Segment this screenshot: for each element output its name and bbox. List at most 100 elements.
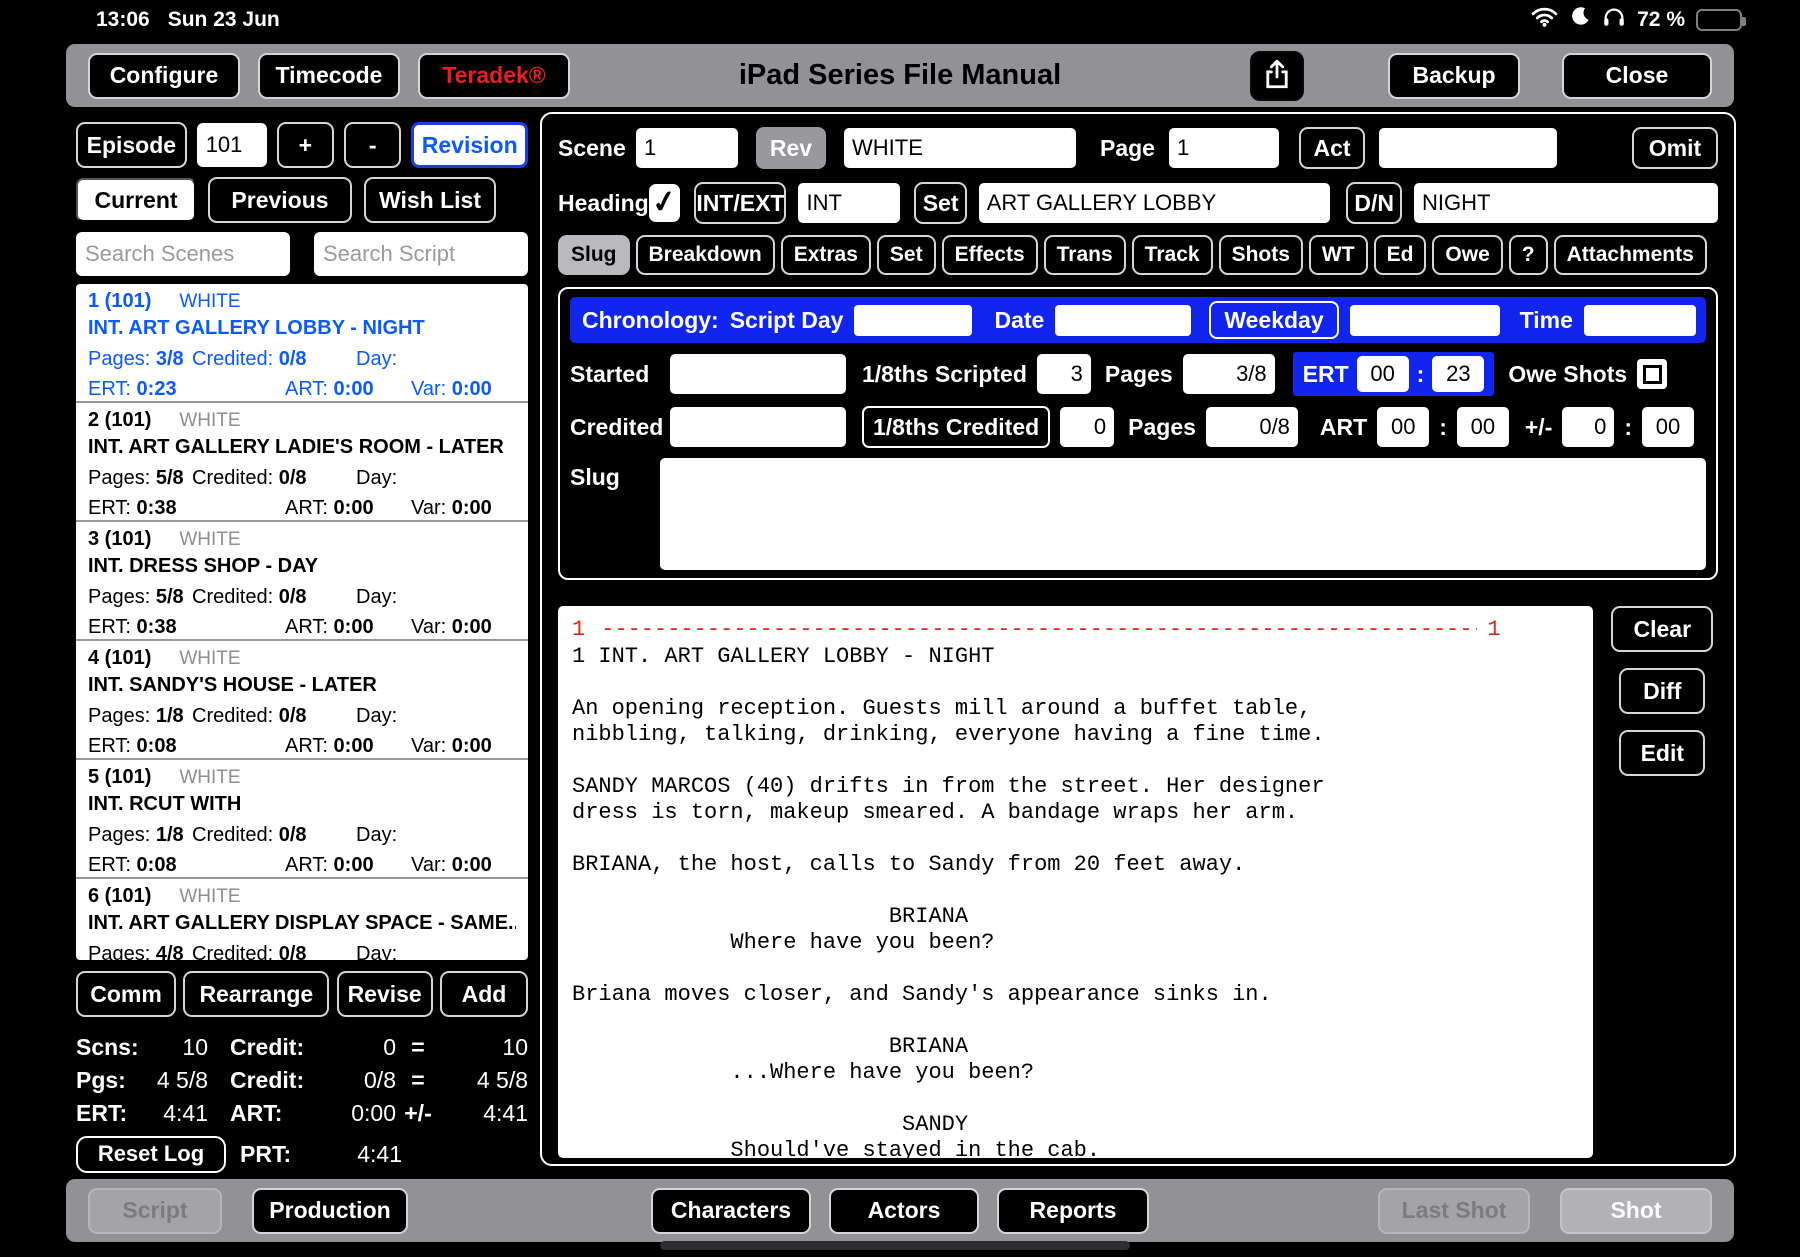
eighths-scripted-input[interactable] [1036,354,1091,394]
tab-previous[interactable]: Previous [208,177,352,223]
scene-number-input[interactable] [636,128,738,168]
script-page[interactable]: 1 --------------------------------------… [558,606,1593,1158]
scene-number: 1 (101) [88,290,152,312]
home-indicator[interactable] [660,1241,1130,1250]
shot-button[interactable]: Shot [1560,1187,1712,1234]
tab-ed[interactable]: Ed [1373,235,1427,275]
dn-input[interactable] [1414,183,1718,223]
edit-button[interactable]: Edit [1619,730,1706,776]
int-ext-input[interactable] [798,183,901,223]
add-button[interactable]: Add [439,971,528,1017]
episode-number-input[interactable] [196,123,267,167]
scene-list-item[interactable]: 1 (101) WHITE INT. ART GALLERY LOBBY - N… [76,284,528,403]
owe-shots-checkbox[interactable] [1637,359,1668,389]
scene-detail-panel: Scene Rev Page Act Omit Heading ✓ INT/EX… [540,112,1736,1166]
weekday-button[interactable]: Weekday [1209,301,1339,339]
diff-button[interactable]: Diff [1619,668,1706,714]
tab-effects[interactable]: Effects [941,235,1038,275]
dn-button[interactable]: D/N [1346,182,1402,224]
share-button[interactable] [1250,50,1304,101]
scene-credited: Credited: 0/8 [192,348,307,370]
production-mode-button[interactable]: Production [252,1187,408,1234]
time-input[interactable] [1583,304,1696,336]
characters-button[interactable]: Characters [651,1187,811,1234]
backup-button[interactable]: Backup [1388,52,1520,99]
reports-button[interactable]: Reports [997,1187,1149,1234]
script-page-ruler: 1 --------------------------------------… [572,614,1579,644]
plus-minus-label: +/- [1524,413,1553,440]
tab-extras[interactable]: Extras [780,235,871,275]
int-ext-button[interactable]: INT/EXT [694,182,787,224]
omit-button[interactable]: Omit [1632,127,1718,169]
page-number-input[interactable] [1168,128,1279,168]
weekday-input[interactable] [1349,304,1500,336]
comm-button[interactable]: Comm [76,971,176,1017]
set-input[interactable] [978,183,1331,223]
tab-breakdown[interactable]: Breakdown [635,235,775,275]
tab-question[interactable]: ? [1508,235,1548,275]
clear-button[interactable]: Clear [1611,606,1714,652]
totals-block: Scns: 10 Credit: 0 = 10 Pgs: 4 5/8 Credi… [76,1031,528,1174]
set-button[interactable]: Set [914,182,967,224]
last-shot-button[interactable]: Last Shot [1378,1187,1530,1234]
scene-list-item[interactable]: 5 (101) WHITE INT. RCUT WITH Pages: 1/8 … [76,760,528,879]
scene-actions: Comm Rearrange Revise Add [76,971,528,1017]
configure-button[interactable]: Configure [88,52,240,99]
revision-color-input[interactable] [844,128,1076,168]
scene-list-item[interactable]: 3 (101) WHITE INT. DRESS SHOP - DAY Page… [76,522,528,641]
ert-value: 4:41 [163,1100,208,1126]
timecode-button[interactable]: Timecode [258,52,400,99]
revision-button[interactable]: Revision [411,122,529,168]
rev-button[interactable]: Rev [756,127,826,169]
tab-attachments[interactable]: Attachments [1553,235,1707,275]
scene-list-item[interactable]: 4 (101) WHITE INT. SANDY'S HOUSE - LATER… [76,641,528,760]
act-input[interactable] [1378,128,1557,168]
revise-button[interactable]: Revise [336,971,433,1017]
started-row: Started 1/8ths Scripted Pages ERT : Owe … [570,352,1706,396]
scene-list[interactable]: 1 (101) WHITE INT. ART GALLERY LOBBY - N… [76,284,528,960]
reset-log-button[interactable]: Reset Log [76,1135,226,1173]
search-scenes-input[interactable] [76,232,290,276]
script-mode-button[interactable]: Script [88,1187,222,1234]
episode-increment-button[interactable]: + [276,122,335,168]
scene-list-item[interactable]: 6 (101) WHITE INT. ART GALLERY DISPLAY S… [76,879,528,960]
chronology-bar: Chronology: Script Day Date Weekday Time [570,297,1706,343]
art-minutes-input[interactable] [1456,407,1509,447]
act-button[interactable]: Act [1298,127,1365,169]
tab-owe[interactable]: Owe [1432,235,1503,275]
pgs-value: 4 5/8 [156,1067,208,1093]
tab-set[interactable]: Set [876,235,936,275]
episode-decrement-button[interactable]: - [344,122,402,168]
eighths-credited-input[interactable] [1060,407,1115,447]
tab-shots[interactable]: Shots [1218,235,1303,275]
tab-slug[interactable]: Slug [558,235,630,275]
heading-checkbox[interactable]: ✓ [648,184,681,222]
teradek-button[interactable]: Teradek® [418,52,570,99]
scene-list-item[interactable]: 2 (101) WHITE INT. ART GALLERY LADIE'S R… [76,403,528,522]
ert-hours-input[interactable] [1356,356,1409,392]
art-hours-input[interactable] [1377,407,1430,447]
tab-wish-list[interactable]: Wish List [364,177,496,223]
ert-minutes-input[interactable] [1432,356,1485,392]
date-input[interactable] [1055,304,1192,336]
episode-button[interactable]: Episode [76,122,187,168]
variance-minutes-input[interactable] [1642,407,1695,447]
variance-hours-input[interactable] [1562,407,1615,447]
close-button[interactable]: Close [1562,52,1712,99]
plus-minus-sign: +/- [404,1100,432,1126]
script-day-input[interactable] [854,304,973,336]
tab-wt[interactable]: WT [1308,235,1368,275]
tab-current[interactable]: Current [76,178,196,222]
pages-credited-input[interactable] [1205,407,1298,447]
pgs-credit-value: 0/8 [364,1067,396,1093]
slug-textarea[interactable] [660,458,1706,570]
started-input[interactable] [670,354,846,394]
pgs-label: Pgs: [76,1067,126,1093]
pages-scripted-input[interactable] [1182,354,1275,394]
rearrange-button[interactable]: Rearrange [183,971,330,1017]
actors-button[interactable]: Actors [829,1187,979,1234]
credited-input[interactable] [670,407,846,447]
search-script-input[interactable] [314,232,528,276]
tab-track[interactable]: Track [1131,235,1213,275]
tab-trans[interactable]: Trans [1043,235,1126,275]
